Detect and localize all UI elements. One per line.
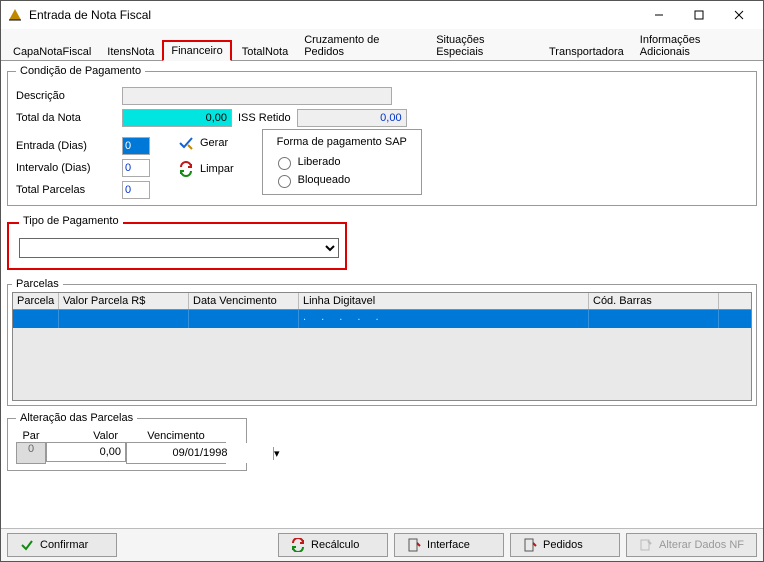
sap-legend: Forma de pagamento SAP [273, 136, 411, 148]
radio-liberado-label: Liberado [298, 156, 341, 168]
footer-toolbar: Confirmar Recálculo Interface Pedidos Al… [1, 528, 763, 561]
parcelas-group: Parcelas Parcela Valor Parcela R$ Data V… [7, 278, 757, 406]
condicao-pagamento-group: Condição de Pagamento Descrição Total da… [7, 65, 757, 206]
cell-valor [59, 310, 189, 328]
gerar-label: Gerar [200, 137, 228, 149]
table-row[interactable]: . . . . . [13, 310, 751, 328]
radio-bloqueado[interactable]: Bloqueado [273, 172, 411, 188]
radio-bloqueado-input[interactable] [278, 175, 291, 188]
chevron-down-icon[interactable]: ▾ [273, 447, 280, 460]
gerar-button[interactable]: Gerar [178, 135, 234, 151]
total-parcelas-label: Total Parcelas [16, 184, 116, 196]
recycle-icon [291, 538, 305, 552]
cell-parcela [13, 310, 59, 328]
entrada-label: Entrada (Dias) [16, 140, 116, 152]
total-nota-label: Total da Nota [16, 112, 116, 124]
recycle-icon [178, 161, 194, 177]
recalculo-button[interactable]: Recálculo [278, 533, 388, 557]
radio-liberado[interactable]: Liberado [273, 154, 411, 170]
alter-head-venc: Vencimento [126, 430, 226, 442]
document-icon [407, 538, 421, 552]
iss-retido-label: ISS Retido [238, 112, 291, 124]
radio-bloqueado-label: Bloqueado [298, 174, 351, 186]
limpar-label: Limpar [200, 163, 234, 175]
close-button[interactable] [719, 2, 759, 28]
tab-itens[interactable]: ItensNota [99, 42, 162, 61]
entrada-input[interactable] [122, 137, 150, 155]
app-icon [7, 7, 23, 23]
alter-head-par: Par [16, 430, 46, 442]
intervalo-input[interactable] [122, 159, 150, 177]
col-valor[interactable]: Valor Parcela R$ [59, 293, 189, 309]
parcelas-body[interactable]: . . . . . [13, 310, 751, 400]
alter-vencimento-input[interactable] [127, 443, 273, 463]
parcelas-legend: Parcelas [12, 278, 63, 290]
cell-cod [589, 310, 719, 328]
tipo-pagamento-select[interactable] [19, 238, 339, 258]
iss-retido-input[interactable] [297, 109, 407, 127]
col-venc[interactable]: Data Vencimento [189, 293, 299, 309]
intervalo-label: Intervalo (Dias) [16, 162, 116, 174]
col-cod[interactable]: Cód. Barras [589, 293, 719, 309]
tab-strip: CapaNotaFiscal ItensNota Financeiro Tota… [1, 29, 763, 61]
descricao-input[interactable] [122, 87, 392, 105]
sap-group: Forma de pagamento SAP Liberado Bloquead… [262, 129, 422, 195]
parcelas-table: Parcela Valor Parcela R$ Data Vencimento… [12, 292, 752, 401]
edit-icon [639, 538, 653, 552]
alteracao-legend: Alteração das Parcelas [16, 412, 137, 424]
confirmar-button[interactable]: Confirmar [7, 533, 117, 557]
tipo-pagamento-group: Tipo de Pagamento [7, 222, 347, 270]
condicao-legend: Condição de Pagamento [16, 65, 145, 77]
window-title: Entrada de Nota Fiscal [29, 8, 639, 22]
alterar-dados-button[interactable]: Alterar Dados NF [626, 533, 757, 557]
alteracao-parcelas-group: Alteração das Parcelas Par Valor Vencime… [7, 412, 247, 471]
alter-vencimento-picker[interactable]: ▾ [126, 442, 226, 464]
tab-total[interactable]: TotalNota [234, 42, 296, 61]
titlebar: Entrada de Nota Fiscal [1, 1, 763, 29]
minimize-button[interactable] [639, 2, 679, 28]
tipo-pagamento-legend: Tipo de Pagamento [19, 215, 123, 227]
alter-head-valor: Valor [46, 430, 126, 442]
tab-cruzamento[interactable]: Cruzamento de Pedidos [296, 30, 428, 61]
maximize-button[interactable] [679, 2, 719, 28]
total-nota-input[interactable] [122, 109, 232, 127]
parcelas-header: Parcela Valor Parcela R$ Data Vencimento… [13, 293, 751, 310]
tab-financeiro[interactable]: Financeiro [162, 40, 231, 61]
cell-linha: . . . . . [299, 310, 589, 328]
cell-venc [189, 310, 299, 328]
interface-label: Interface [427, 539, 470, 551]
pedidos-button[interactable]: Pedidos [510, 533, 620, 557]
total-parcelas-input[interactable] [122, 181, 150, 199]
col-parcela[interactable]: Parcela [13, 293, 59, 309]
tab-capa[interactable]: CapaNotaFiscal [5, 42, 99, 61]
confirmar-label: Confirmar [40, 539, 88, 551]
tab-situacoes[interactable]: Situações Especiais [428, 30, 541, 61]
document-icon [523, 538, 537, 552]
tab-transportadora[interactable]: Transportadora [541, 42, 632, 61]
pedidos-label: Pedidos [543, 539, 583, 551]
alterar-dados-label: Alterar Dados NF [659, 539, 744, 551]
check-pencil-icon [178, 135, 194, 151]
check-icon [20, 538, 34, 552]
interface-button[interactable]: Interface [394, 533, 504, 557]
col-linha[interactable]: Linha Digitavel [299, 293, 589, 309]
radio-liberado-input[interactable] [278, 157, 291, 170]
alter-valor-input[interactable] [46, 442, 126, 462]
descricao-label: Descrição [16, 90, 116, 102]
recalculo-label: Recálculo [311, 539, 359, 551]
alter-par-cell: 0 [16, 442, 46, 464]
limpar-button[interactable]: Limpar [178, 161, 234, 177]
tab-info[interactable]: Informações Adicionais [632, 30, 759, 61]
